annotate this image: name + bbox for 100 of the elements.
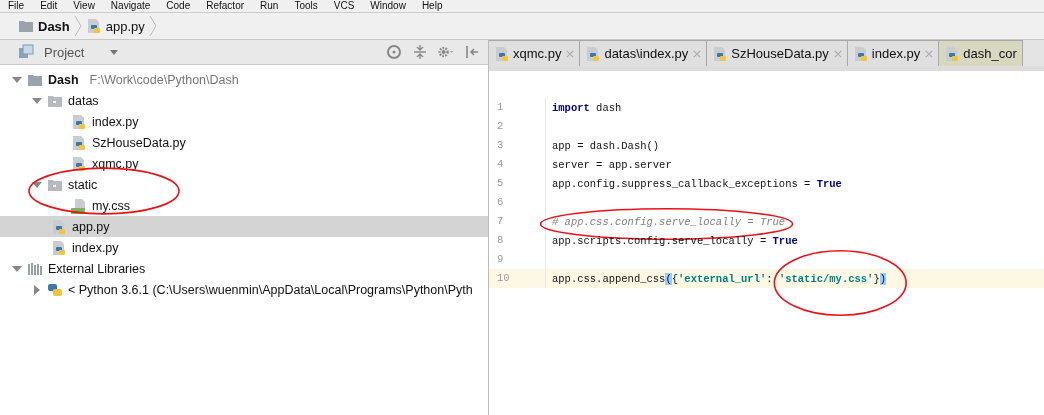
menu-item[interactable]: Help	[421, 0, 443, 12]
expand-arrow-icon[interactable]	[32, 179, 42, 190]
menu-item[interactable]: Window	[370, 0, 406, 12]
tree-label: SzHouseData.py	[92, 135, 186, 150]
breadcrumb-item[interactable]: app.py	[105, 18, 145, 34]
tab-label: xqmc.py	[513, 46, 562, 61]
tree-item[interactable]: SzHouseData.py	[0, 132, 488, 153]
python-file-icon	[51, 239, 67, 256]
python-file-icon	[71, 113, 87, 130]
tab-label: index.py	[871, 46, 921, 61]
chevron-icon	[73, 15, 82, 37]
dropdown-caret-icon[interactable]	[110, 49, 119, 55]
close-icon[interactable]	[693, 49, 702, 58]
code-token: dash	[595, 101, 622, 114]
code-token: :	[766, 272, 774, 285]
code-token: 'static/my.css'	[778, 272, 874, 285]
menu-item[interactable]: Navigate	[110, 0, 151, 12]
python-file-icon	[852, 45, 869, 62]
code-token: True	[772, 234, 798, 247]
css-file-icon	[71, 197, 87, 214]
tree-item[interactable]: xqmc.py	[0, 153, 488, 174]
tree-label: xqmc.py	[92, 156, 139, 171]
tree-item[interactable]: static	[0, 174, 488, 195]
tree-item[interactable]: Dash F:\Work\code\Python\Dash	[0, 69, 488, 90]
tree-item[interactable]: External Libraries	[0, 258, 488, 279]
menu-item[interactable]: Refactor	[206, 0, 245, 12]
close-icon[interactable]	[925, 49, 934, 58]
collapse-all-icon[interactable]	[412, 44, 428, 60]
folder-icon	[18, 18, 34, 34]
python-file-icon	[585, 45, 602, 62]
expand-arrow-icon[interactable]	[12, 263, 22, 274]
locate-icon[interactable]	[386, 44, 402, 60]
project-icon	[18, 44, 34, 60]
tree-label: < Python 3.6.1 (C:\Users\wuenmin\AppData\Local\Programs\Python\Pyth	[68, 282, 473, 297]
chevron-icon	[148, 15, 157, 37]
tree-item[interactable]: my.css	[0, 195, 488, 216]
editor-tab[interactable]: SzHouseData.py	[707, 40, 848, 66]
editor-tab[interactable]: dash_cor	[939, 40, 1023, 66]
code-token: import	[552, 101, 590, 114]
panel-title[interactable]: Project	[44, 44, 85, 60]
tree-item[interactable]: datas	[0, 90, 488, 111]
python-file-icon	[51, 218, 67, 235]
python-file-icon	[71, 155, 87, 172]
tab-label: SzHouseData.py	[731, 46, 829, 61]
tab-label: dash_cor	[963, 46, 1017, 61]
code-token: app.css.append_css	[552, 272, 666, 285]
tree-item[interactable]: app.py	[0, 216, 488, 237]
menu-item[interactable]: Run	[260, 0, 279, 12]
expand-arrow-icon[interactable]	[12, 74, 22, 85]
tree-label: Dash	[48, 72, 79, 87]
expand-arrow-icon[interactable]	[32, 284, 42, 295]
line-number: 10	[489, 269, 546, 288]
menu-item[interactable]: View	[73, 0, 95, 12]
line-number: 3	[489, 136, 546, 155]
menu-item[interactable]: File	[8, 0, 25, 12]
line-number: 4	[489, 155, 546, 174]
code-token: }	[873, 272, 880, 285]
code-token: 'external_url'	[678, 272, 767, 285]
tree-item[interactable]: index.py	[0, 111, 488, 132]
editor-tab[interactable]: index.py	[847, 40, 940, 66]
tree-label: index.py	[72, 240, 119, 255]
line-number: 7	[489, 212, 546, 231]
close-icon[interactable]	[566, 49, 575, 58]
python-icon	[47, 281, 63, 298]
tree-item[interactable]: index.py	[0, 237, 488, 258]
line-number: 2	[489, 117, 546, 136]
path-hint: F:\Work\code\Python\Dash	[89, 72, 239, 87]
python-file-icon	[712, 45, 729, 62]
tree-label: External Libraries	[48, 261, 146, 276]
menu-item[interactable]: Code	[166, 0, 191, 12]
library-icon	[27, 260, 43, 277]
menu-item[interactable]: VCS	[333, 0, 355, 12]
tree-label: datas	[68, 93, 99, 108]
tree-item[interactable]: < Python 3.6.1 (C:\Users\wuenmin\AppData\Local\Programs\Python\Pyth	[0, 279, 488, 300]
code-token: (	[665, 272, 672, 285]
settings-icon[interactable]	[438, 44, 454, 60]
line-number: 1	[489, 98, 546, 117]
editor-tab[interactable]: xqmc.py	[489, 40, 581, 66]
python-file-icon	[944, 45, 961, 62]
expand-arrow-icon[interactable]	[32, 95, 42, 106]
hide-panel-icon[interactable]	[464, 44, 480, 60]
breadcrumb-item[interactable]: Dash	[38, 18, 70, 34]
editor-tab[interactable]: datas\index.py	[580, 40, 708, 66]
tree-label: index.py	[92, 114, 139, 129]
menu-item[interactable]: Edit	[40, 0, 58, 12]
code-token: server = app.server	[552, 158, 672, 171]
close-icon[interactable]	[833, 49, 842, 58]
code-token: app = dash.Dash()	[552, 139, 660, 152]
code-token: True	[816, 177, 842, 190]
menu-item[interactable]: Tools	[294, 0, 318, 12]
python-file-icon	[85, 18, 102, 34]
tree-label: app.py	[72, 219, 110, 234]
python-file-icon	[71, 134, 87, 151]
code-token: )	[879, 272, 886, 285]
line-number: 8	[489, 231, 546, 250]
code-token: {	[671, 272, 679, 285]
code-token: # app.css.config.serve_locally = True	[552, 215, 786, 228]
tab-label: datas\index.py	[604, 46, 689, 61]
code-token: app.config.suppress_callback_exceptions =	[552, 177, 812, 190]
python-file-icon	[494, 45, 510, 62]
